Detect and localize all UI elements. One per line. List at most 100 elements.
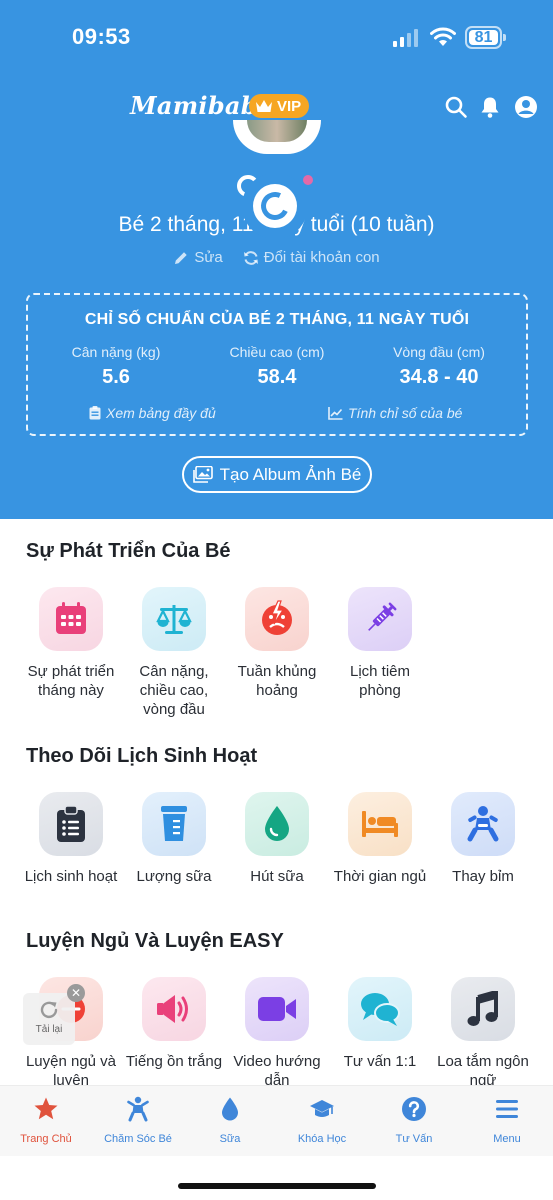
baby-avatar[interactable] <box>233 120 321 154</box>
crown-icon <box>256 100 272 112</box>
feature-sleep-time[interactable]: Thời gian ngủ <box>330 792 430 886</box>
feature-crisis-weeks[interactable]: Tuần khủng hoảng <box>227 587 327 700</box>
hero-header: 09:53 81 Mamibabi VIP Bé 2 tháng, 11 tuổ… <box>0 0 553 519</box>
metric-value: 5.6 <box>102 366 130 388</box>
loading-spinner-icon <box>242 173 308 239</box>
switch-child-button[interactable]: Đổi tài khoản con <box>243 249 380 266</box>
close-icon[interactable]: ✕ <box>67 984 85 1002</box>
feature-label: Hút sữa <box>250 868 304 885</box>
tab-home[interactable]: Trang Chủ <box>0 1096 92 1145</box>
edit-label: Sửa <box>194 249 223 266</box>
feature-milk-amount[interactable]: Lượng sữa <box>124 792 224 886</box>
metric-weight: Cân nặng (kg) 5.6 <box>41 344 191 389</box>
baby-icon <box>467 806 499 842</box>
calculate-metrics-link[interactable]: Tính chỉ số của bé <box>328 405 462 421</box>
metric-label: Vòng đầu (cm) <box>393 344 485 360</box>
status-bar: 09:53 81 <box>0 0 553 76</box>
view-table-label: Xem bảng đầy đủ <box>106 405 216 421</box>
syringe-icon <box>368 602 397 631</box>
calendar-icon <box>56 602 86 634</box>
feature-language-speaker[interactable]: Loa tắm ngôn ngữ <box>433 977 533 1090</box>
video-icon <box>258 997 296 1021</box>
account-icon[interactable] <box>514 95 538 119</box>
feature-vaccination-schedule[interactable]: Lịch tiêm phòng <box>330 587 430 700</box>
feature-guide-videos[interactable]: Video hướng dẫn <box>227 977 327 1090</box>
bell-icon[interactable] <box>478 95 502 119</box>
music-icon <box>467 991 498 1026</box>
album-label: Tạo Album Ảnh Bé <box>219 464 362 484</box>
section-title-development: Sự Phát Triển Của Bé <box>26 540 231 562</box>
signal-icon <box>393 29 418 47</box>
feature-diaper-change[interactable]: Thay bỉm <box>433 792 533 886</box>
clipboard-icon <box>57 805 85 842</box>
tab-menu[interactable]: Menu <box>461 1096 553 1145</box>
feature-label: Tuần khủng hoảng <box>237 663 317 699</box>
tab-label: Chăm Sóc Bé <box>104 1133 172 1145</box>
feature-white-noise[interactable]: Tiếng ồn trắng <box>124 977 224 1071</box>
feature-label: Thay bỉm <box>452 868 514 885</box>
feature-label: Lượng sữa <box>136 868 212 885</box>
metric-value: 34.8 - 40 <box>399 366 479 388</box>
battery-level: 81 <box>469 30 498 46</box>
vip-label: VIP <box>277 97 302 115</box>
tab-courses[interactable]: Khóa Học <box>276 1096 368 1145</box>
reload-label: Tải lại <box>35 1024 63 1035</box>
photos-icon <box>192 466 213 483</box>
reload-toast[interactable]: Tải lại <box>23 993 75 1045</box>
cup-icon <box>161 806 187 841</box>
feature-label: Cân nặng, chiều cao, vòng đầu <box>139 663 209 718</box>
tab-milk[interactable]: Sữa <box>184 1096 276 1145</box>
metric-label: Cân nặng (kg) <box>71 344 161 360</box>
speaker-icon <box>157 995 188 1023</box>
standard-metrics-card: CHỈ SỐ CHUẨN CỦA BÉ 2 THÁNG, 11 NGÀY TUỔ… <box>26 293 528 436</box>
feature-label: Tư vấn 1:1 <box>343 1053 417 1070</box>
metric-value: 58.4 <box>257 366 297 388</box>
line-chart-icon <box>328 406 343 420</box>
bottom-tab-bar: Trang Chủ Chăm Sóc Bé Sữa Khóa Học Tư Vấ… <box>0 1085 553 1156</box>
question-icon <box>402 1097 426 1121</box>
tab-label: Menu <box>493 1133 521 1145</box>
view-full-table-link[interactable]: Xem bảng đầy đủ <box>89 405 216 421</box>
feature-label: Lịch tiêm phòng <box>349 663 411 699</box>
battery-icon: 81 <box>465 26 507 49</box>
feature-consultation[interactable]: Tư vấn 1:1 <box>330 977 430 1071</box>
feature-label: Thời gian ngủ <box>333 868 427 885</box>
tab-label: Khóa Học <box>297 1133 347 1145</box>
tab-baby-care[interactable]: Chăm Sóc Bé <box>92 1096 184 1145</box>
edit-profile-button[interactable]: Sửa <box>173 249 223 266</box>
graduation-cap-icon <box>310 1100 334 1117</box>
tab-consult[interactable]: Tư Vấn <box>368 1096 460 1145</box>
search-icon[interactable] <box>444 95 468 119</box>
section-title-daily-tracking: Theo Dõi Lịch Sinh Hoạt <box>26 745 258 767</box>
pencil-icon <box>175 251 188 264</box>
app-logo[interactable]: Mamibabi <box>130 91 267 120</box>
switch-label: Đổi tài khoản con <box>263 249 380 266</box>
drop-icon <box>265 806 289 841</box>
crisis-icon <box>262 600 292 635</box>
create-album-button[interactable]: Tạo Album Ảnh Bé <box>182 456 372 493</box>
standards-title: CHỈ SỐ CHUẨN CỦA BÉ 2 THÁNG, 11 NGÀY TUỔ… <box>84 311 470 328</box>
star-icon <box>34 1097 58 1120</box>
feature-label: Lịch sinh hoạt <box>24 868 118 885</box>
baby-care-icon <box>127 1096 149 1122</box>
vip-badge[interactable]: VIP <box>249 94 310 118</box>
status-time: 09:53 <box>72 24 131 49</box>
feature-growth-measurements[interactable]: Cân nặng, chiều cao, vòng đầu <box>124 587 224 719</box>
scale-icon <box>156 605 192 634</box>
feature-breast-pumping[interactable]: Hút sữa <box>227 792 327 886</box>
sync-icon <box>243 250 258 265</box>
feature-label: Sự phát triển tháng này <box>27 663 115 699</box>
tab-label: Tư Vấn <box>395 1133 433 1145</box>
tab-label: Trang Chủ <box>20 1133 72 1145</box>
calculate-label: Tính chỉ số của bé <box>348 405 463 421</box>
metric-label: Chiều cao (cm) <box>229 344 325 360</box>
reload-icon <box>40 1001 58 1019</box>
feature-monthly-development[interactable]: Sự phát triển tháng này <box>21 587 121 700</box>
wifi-icon <box>430 27 456 46</box>
feature-label: Tiếng ồn trắng <box>125 1053 223 1070</box>
metric-head: Vòng đầu (cm) 34.8 - 40 <box>364 344 514 389</box>
menu-icon <box>496 1100 518 1118</box>
bed-icon <box>362 811 398 837</box>
profile-actions: Sửa Đổi tài khoản con <box>0 249 553 266</box>
feature-daily-schedule[interactable]: Lịch sinh hoạt <box>21 792 121 886</box>
